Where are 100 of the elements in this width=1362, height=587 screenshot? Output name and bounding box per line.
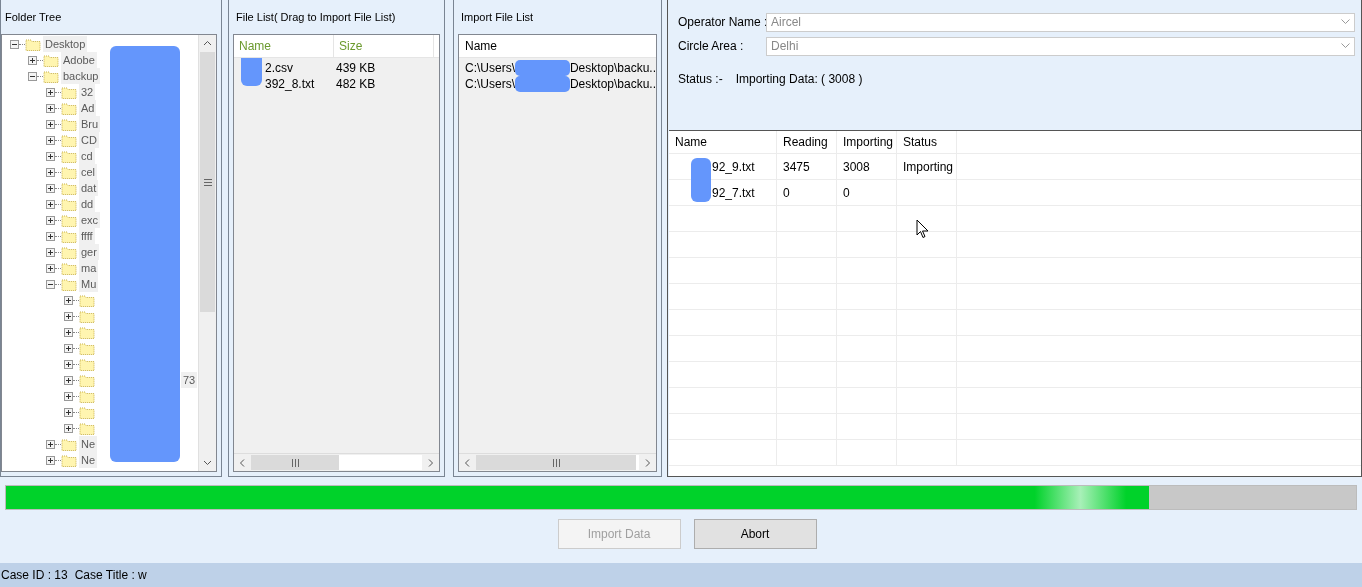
column-header[interactable]: Reading (777, 131, 837, 153)
mouse-pointer-icon (916, 219, 929, 239)
folder-label[interactable]: CD (79, 132, 99, 148)
folder-icon (79, 325, 95, 339)
expand-icon[interactable] (46, 247, 55, 257)
table-cell: 0 (837, 180, 897, 205)
expand-icon[interactable] (46, 119, 55, 129)
table-cell: 0 (777, 180, 837, 205)
folder-label[interactable]: cel (79, 164, 98, 180)
expand-icon[interactable] (46, 263, 55, 273)
folder-label[interactable]: Ne (79, 452, 98, 468)
expand-icon[interactable] (46, 439, 55, 449)
expand-icon[interactable] (64, 375, 73, 385)
folder-label[interactable]: 73 (181, 372, 198, 388)
dropdown-icon (1341, 19, 1350, 25)
table-cell: 92_7.txt (712, 185, 755, 200)
collapse-icon[interactable] (10, 39, 19, 49)
expand-icon[interactable] (46, 167, 55, 177)
column-header[interactable]: Name (669, 131, 777, 153)
folder-label[interactable]: Ne (79, 436, 98, 452)
folder-label[interactable]: dat (79, 180, 99, 196)
column-header[interactable]: Size (334, 35, 434, 57)
folder-label[interactable]: 32 (79, 84, 96, 100)
horizontal-scrollbar[interactable] (459, 453, 656, 471)
vertical-scrollbar[interactable] (198, 35, 216, 471)
folder-icon (25, 37, 41, 51)
expand-icon[interactable] (46, 151, 55, 161)
operator-dropdown[interactable]: Aircel (766, 12, 1355, 32)
expand-icon[interactable] (46, 199, 55, 209)
folder-label[interactable]: Adobe (61, 52, 97, 68)
expand-icon[interactable] (64, 327, 73, 337)
folder-label[interactable]: exc (79, 212, 101, 228)
column-header[interactable]: Name (459, 35, 656, 57)
case-title: Case Title : w (74, 568, 147, 582)
file-path[interactable]: Desktop\backu.. (569, 77, 656, 91)
grip-icon (203, 178, 212, 186)
file-path[interactable]: C:\Users\ (465, 77, 515, 91)
folder-icon (79, 357, 95, 371)
case-id: Case ID : 13 (1, 568, 68, 582)
scroll-thumb[interactable] (251, 455, 339, 470)
expand-icon[interactable] (46, 183, 55, 193)
redaction-mark (515, 60, 570, 76)
file-name[interactable]: 2.csv (265, 61, 293, 75)
folder-label[interactable]: Desktop (43, 36, 88, 52)
folder-icon (43, 69, 59, 83)
folder-label[interactable]: ma (79, 260, 99, 276)
folder-icon (61, 229, 77, 243)
collapse-icon[interactable] (28, 71, 37, 81)
scroll-thumb[interactable] (476, 455, 636, 470)
file-name[interactable]: 392_8.txt (265, 77, 315, 91)
folder-icon (61, 453, 77, 467)
field-label: Circle Area : (678, 39, 745, 53)
folder-label[interactable]: cd (79, 148, 95, 164)
expand-icon[interactable] (64, 423, 73, 433)
status-text: Importing Data: ( 3008 ) (735, 72, 863, 86)
scroll-thumb[interactable] (200, 52, 215, 312)
expand-icon[interactable] (64, 343, 73, 353)
redaction-mark (241, 58, 262, 86)
collapse-icon[interactable] (46, 279, 55, 289)
expand-icon[interactable] (46, 215, 55, 225)
folder-label[interactable]: Bru (79, 116, 101, 132)
column-header[interactable]: Name (234, 35, 334, 57)
field-label: Operator Name : (678, 15, 766, 29)
folder-icon (79, 373, 95, 387)
column-header[interactable]: Importing (837, 131, 897, 153)
folder-icon (61, 117, 77, 131)
folder-icon (61, 181, 77, 195)
folder-label[interactable]: dd (79, 196, 96, 212)
folder-label[interactable]: Ad (79, 100, 97, 116)
expand-icon[interactable] (64, 359, 73, 369)
folder-icon (61, 197, 77, 211)
column-header[interactable]: Status (897, 131, 957, 153)
expand-icon[interactable] (28, 55, 37, 65)
horizontal-scrollbar[interactable] (234, 453, 439, 471)
grip-icon (552, 458, 560, 467)
folder-label[interactable]: Mu (79, 276, 99, 292)
expand-icon[interactable] (46, 103, 55, 113)
folder-label[interactable]: ffff (79, 228, 95, 244)
expand-icon[interactable] (64, 407, 73, 417)
table-cell: 92_9.txt (712, 159, 755, 174)
expand-icon[interactable] (46, 135, 55, 145)
expand-icon[interactable] (64, 311, 73, 321)
circle-dropdown[interactable]: Delhi (766, 36, 1355, 56)
file-path[interactable]: C:\Users\ (465, 61, 515, 75)
expand-icon[interactable] (64, 295, 73, 305)
status-label: Status :- (678, 72, 723, 86)
folder-label[interactable]: ger (79, 244, 99, 260)
folder-icon (79, 293, 95, 307)
expand-icon[interactable] (64, 391, 73, 401)
folder-icon (79, 309, 95, 323)
expand-icon[interactable] (46, 455, 55, 465)
redaction-mark (515, 76, 570, 92)
folder-icon (61, 149, 77, 163)
expand-icon[interactable] (46, 231, 55, 241)
expand-icon[interactable] (46, 87, 55, 97)
folder-icon (61, 213, 77, 227)
folder-icon (79, 389, 95, 403)
action-button[interactable]: Abort (693, 519, 817, 549)
file-path[interactable]: Desktop\backu.. (569, 61, 656, 75)
folder-label[interactable]: backup (61, 68, 101, 84)
